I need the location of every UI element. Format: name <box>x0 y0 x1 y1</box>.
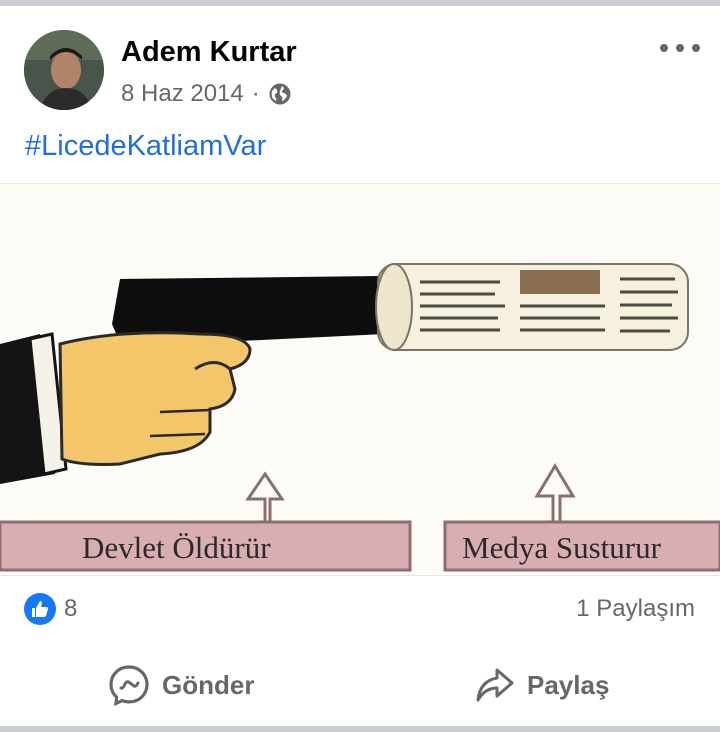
globe-icon <box>268 82 292 106</box>
like-count[interactable]: 8 <box>64 595 77 623</box>
share-button[interactable]: Paylaş <box>475 662 609 708</box>
thumbs-up-icon[interactable] <box>24 593 56 625</box>
share-count[interactable]: 1 Paylaşım <box>576 595 695 623</box>
send-label: Gönder <box>162 669 255 700</box>
share-arrow-icon <box>476 668 514 702</box>
post-meta: 8 Haz 2014 · <box>121 80 292 108</box>
author-name[interactable]: Adem Kurtar <box>121 36 297 69</box>
messenger-icon <box>109 665 149 706</box>
caption-left: Devlet Öldürür <box>82 530 271 565</box>
bottom-divider <box>0 726 720 732</box>
post-date[interactable]: 8 Haz 2014 <box>121 80 244 108</box>
caption-right: Medya Susturur <box>462 530 662 565</box>
post-image[interactable]: Devlet Öldürür Medya Susturur <box>0 183 720 576</box>
avatar[interactable] <box>24 30 104 110</box>
send-button[interactable]: Gönder <box>108 662 254 708</box>
post-text-hashtag[interactable]: #LicedeKatliamVar <box>25 130 266 163</box>
more-options-icon[interactable] <box>660 36 700 60</box>
reaction-stats: 8 1 Paylaşım <box>0 584 720 632</box>
post-header: Adem Kurtar 8 Haz 2014 · <box>0 6 720 116</box>
share-label: Paylaş <box>527 669 610 700</box>
post-actions: Gönder Paylaş <box>0 652 720 718</box>
meta-separator: · <box>251 80 260 107</box>
newspaper-silencer <box>375 263 689 351</box>
